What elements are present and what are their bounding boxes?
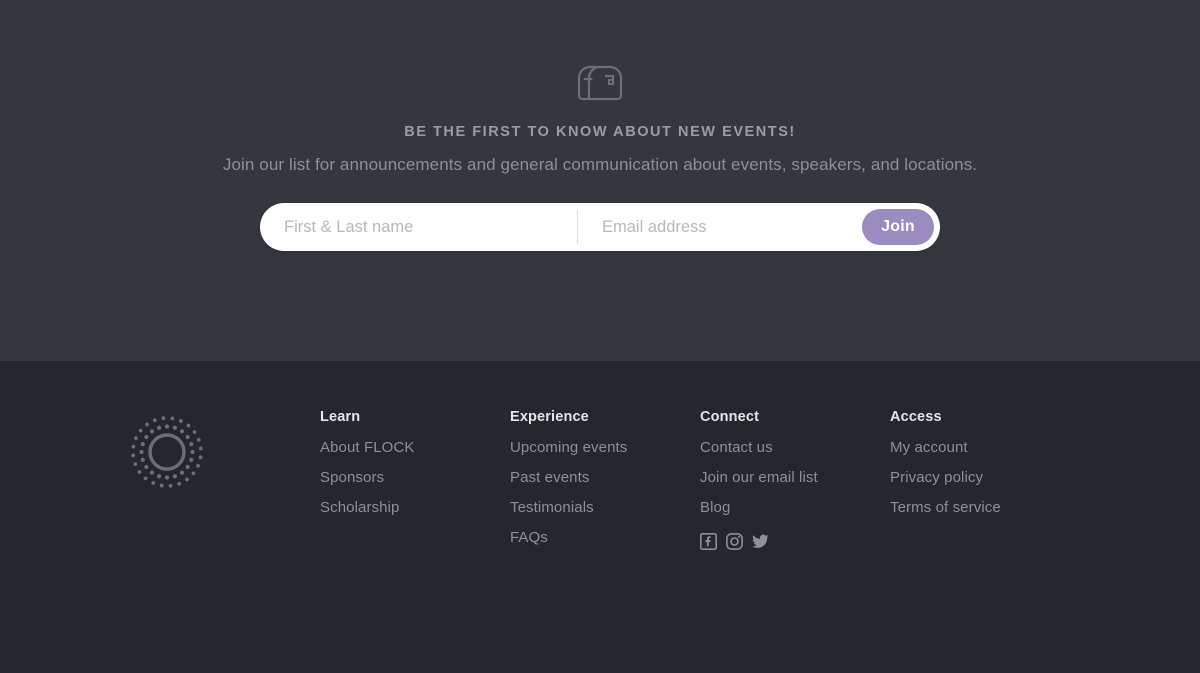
email-input[interactable] — [602, 210, 882, 244]
newsletter-subheading: Join our list for announcements and gene… — [222, 155, 978, 174]
footer-link-blog[interactable]: Blog — [700, 497, 890, 519]
footer-column-learn: Learn About FLOCK Sponsors Scholarship — [320, 409, 510, 557]
join-button[interactable]: Join — [862, 209, 934, 245]
footer-link-testimonials[interactable]: Testimonials — [510, 497, 700, 519]
footer-column-title: Experience — [510, 409, 589, 425]
form-field-divider — [577, 210, 578, 244]
footer-column-title: Learn — [320, 409, 361, 425]
mailbox-icon — [577, 65, 623, 101]
footer-link-columns: Learn About FLOCK Sponsors Scholarship E… — [320, 409, 1080, 557]
footer-column-title: Connect — [700, 409, 760, 425]
twitter-icon[interactable] — [752, 533, 769, 550]
name-input[interactable] — [284, 210, 574, 244]
footer-column-access: Access My account Privacy policy Terms o… — [890, 409, 1080, 557]
footer-link-my-account[interactable]: My account — [890, 437, 1080, 459]
footer-top: Learn About FLOCK Sponsors Scholarship E… — [130, 361, 1070, 557]
footer-column-connect: Connect Contact us Join our email list B… — [700, 409, 890, 557]
flock-logo-icon[interactable] — [130, 415, 204, 489]
footer-column-experience: Experience Upcoming events Past events T… — [510, 409, 700, 557]
footer-link-faqs[interactable]: FAQs — [510, 527, 700, 549]
footer-column-title: Access — [890, 409, 942, 425]
footer-link-about-flock[interactable]: About FLOCK — [320, 437, 510, 459]
instagram-icon[interactable] — [726, 533, 743, 550]
footer-link-scholarship[interactable]: Scholarship — [320, 497, 510, 519]
footer-logo-wrap — [130, 409, 320, 557]
social-links-row — [700, 533, 890, 550]
newsletter-signup-section: BE THE FIRST TO KNOW ABOUT NEW EVENTS! J… — [0, 0, 1200, 361]
footer-link-join-our-email-list[interactable]: Join our email list — [700, 467, 890, 489]
site-footer: Learn About FLOCK Sponsors Scholarship E… — [0, 361, 1200, 673]
footer-link-upcoming-events[interactable]: Upcoming events — [510, 437, 700, 459]
footer-link-sponsors[interactable]: Sponsors — [320, 467, 510, 489]
facebook-icon[interactable] — [700, 533, 717, 550]
footer-link-privacy-policy[interactable]: Privacy policy — [890, 467, 1080, 489]
footer-link-contact-us[interactable]: Contact us — [700, 437, 890, 459]
newsletter-signup-form: Join — [260, 203, 940, 251]
footer-link-past-events[interactable]: Past events — [510, 467, 700, 489]
newsletter-heading: BE THE FIRST TO KNOW ABOUT NEW EVENTS! — [404, 124, 796, 140]
footer-link-terms-of-service[interactable]: Terms of service — [890, 497, 1080, 519]
